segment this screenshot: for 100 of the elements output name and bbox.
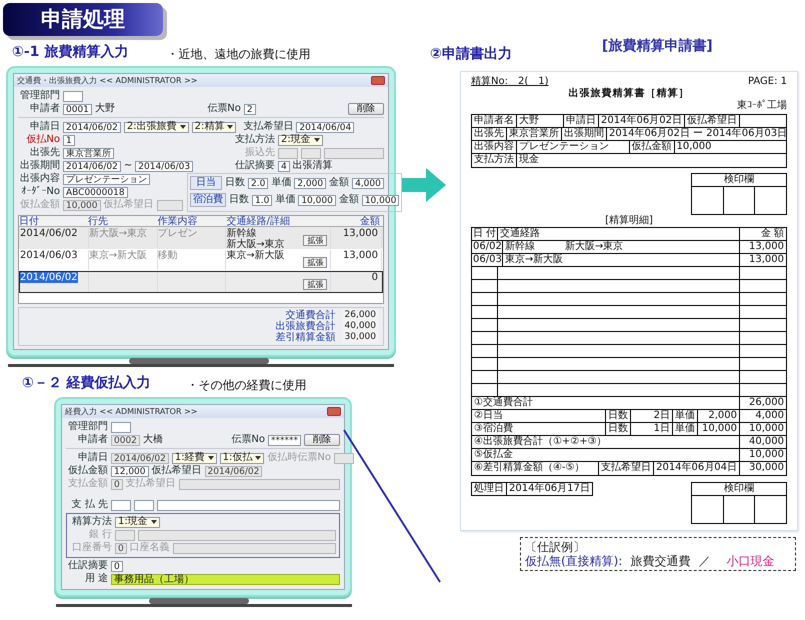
column-header[interactable]: 行先 [88,216,158,226]
table-cell: 日数 [606,423,631,435]
field-label: 仮払時伝票No [267,452,331,464]
input-field[interactable] [278,148,298,158]
input-field[interactable]: 1.0 [252,194,272,206]
input-field[interactable] [172,542,336,554]
dropdown[interactable]: 1:現金 [115,516,160,528]
field-label: 日数 [229,194,249,206]
input-field[interactable]: 0001 [63,104,92,114]
table-cell: 2014年06月04日 [654,462,740,475]
input-field[interactable] [111,500,131,510]
note-text: ／ [698,554,710,568]
table-cell: 新幹線 [504,241,535,253]
column-header[interactable]: 交通経路/詳細 [226,216,332,226]
column-header[interactable]: 作業内容 [157,216,226,226]
dropdown[interactable]: 1:経費 [172,452,217,464]
table-cell: 移動 [158,250,178,261]
delete-button[interactable]: 削除 [348,103,384,115]
input-field[interactable] [111,422,131,432]
input-field[interactable] [63,90,83,102]
input-field[interactable]: 12,000 [111,466,148,476]
field-label: 仮払希望日 [152,465,202,477]
total-value: 40,000 [344,321,376,332]
table-cell: プレゼンテーション [517,141,630,153]
stamp-cell [691,496,724,524]
value-text: 大野 [94,103,115,115]
expand-button[interactable]: 拡張 [303,257,328,268]
input-field[interactable] [134,500,154,510]
input-field[interactable]: ABC0000018 [63,186,128,198]
input-field[interactable]: 2014/06/04 [296,122,354,132]
table-row[interactable]: 2014/06/02 拡張 0 [19,271,383,293]
input-field[interactable]: 0 [115,542,127,554]
input-field[interactable] [156,200,183,210]
table-cell: 金 額 [760,228,784,239]
dropdown[interactable]: 2:精算 [192,122,236,132]
allowance-label: 宿泊費 [190,193,226,207]
input-field[interactable]: 4 [278,160,290,172]
input-field[interactable] [115,530,135,540]
table-cell: ⑤仮払金 [472,449,740,461]
table-cell: ④出張旅費合計（①+②+③） [472,436,740,448]
input-field[interactable] [301,148,321,158]
input-field[interactable]: 1 [63,134,75,146]
input-field[interactable]: 2,000 [294,178,326,188]
table-cell: 出張期間 [562,128,607,140]
input-field[interactable]: 0 [111,478,123,490]
input-field[interactable]: 2 [244,104,256,114]
dropdown[interactable]: 1:仮払 [220,452,264,464]
close-button[interactable] [371,76,385,85]
table-cell-text: 10,000 [748,423,785,435]
input-field[interactable]: 2014/06/02 [63,160,121,172]
note-text: 旅費交通費 [630,554,690,568]
table-cell: 単価 [673,410,698,422]
table-cell: ⑥差引精算金額（④-⑤） [472,462,600,475]
delete-button[interactable]: 削除 [304,434,340,446]
window-title: 経費入力 << ADMINISTRATOR >> [65,406,198,418]
field-label: ｵｰﾀﾞｰNo [20,186,60,198]
input-field[interactable] [178,478,340,490]
table-cell: 13,000 [342,228,378,239]
note-text: 小口現金 [726,554,774,568]
total-label: 差引精算金額 [276,332,336,343]
input-field[interactable]: 10,000 [298,194,336,206]
table-cell: 日数 [606,410,631,422]
input-field[interactable] [157,500,340,510]
column-header[interactable]: 金額 [332,216,383,226]
note-text: ・近地、遠地の旅費に使用 [166,46,310,63]
input-field[interactable]: プレゼンテーション [63,174,150,184]
column-header[interactable]: 日付 [19,216,88,226]
input-field[interactable]: 2014/06/02 [111,452,169,464]
table-cell: 処理日 [472,483,507,495]
table-cell-text: 10,000 [676,141,712,153]
field-label: 支 払 先 [70,499,108,511]
total-label: 出張旅費合計 [276,321,336,332]
table-cell: 1日 [631,423,673,435]
expand-button[interactable]: 拡張 [303,279,328,290]
total-label: 交通費合計 [286,310,336,321]
input-field[interactable]: 2014/06/02 [204,466,262,476]
input-field[interactable]: 0002 [111,434,140,446]
input-field[interactable]: 0 [111,560,123,572]
close-button[interactable] [327,407,341,416]
table-cell: 2日 [631,410,673,422]
input-field[interactable] [324,148,384,158]
dropdown[interactable]: 2:現金 [278,134,323,146]
table-cell-text: 26,000 [748,397,785,409]
stamp-cell [754,187,788,215]
table-cell: 出張内容 [472,141,517,153]
input-field[interactable]: 2014/06/02 [63,122,121,132]
input-field[interactable] [138,530,336,540]
input-field[interactable]: 4,000 [352,178,384,188]
field-label: 伝票No [207,103,241,115]
input-field[interactable]: 東京営業所 [63,148,114,158]
input-field[interactable]: ****** [268,434,301,446]
input-field[interactable]: 2014/06/03 [135,160,194,172]
input-field[interactable]: 事務用品（工場） [111,574,340,584]
input-field[interactable] [334,452,354,464]
input-field[interactable]: 2.0 [248,178,268,188]
dropdown[interactable]: 2:出張旅費 [124,122,189,132]
input-field[interactable]: 10,000 [362,194,400,206]
expand-button[interactable]: 拡張 [303,235,328,246]
table-cell: 2014/06/02 [20,272,78,283]
input-field[interactable]: 10,000 [63,200,100,210]
